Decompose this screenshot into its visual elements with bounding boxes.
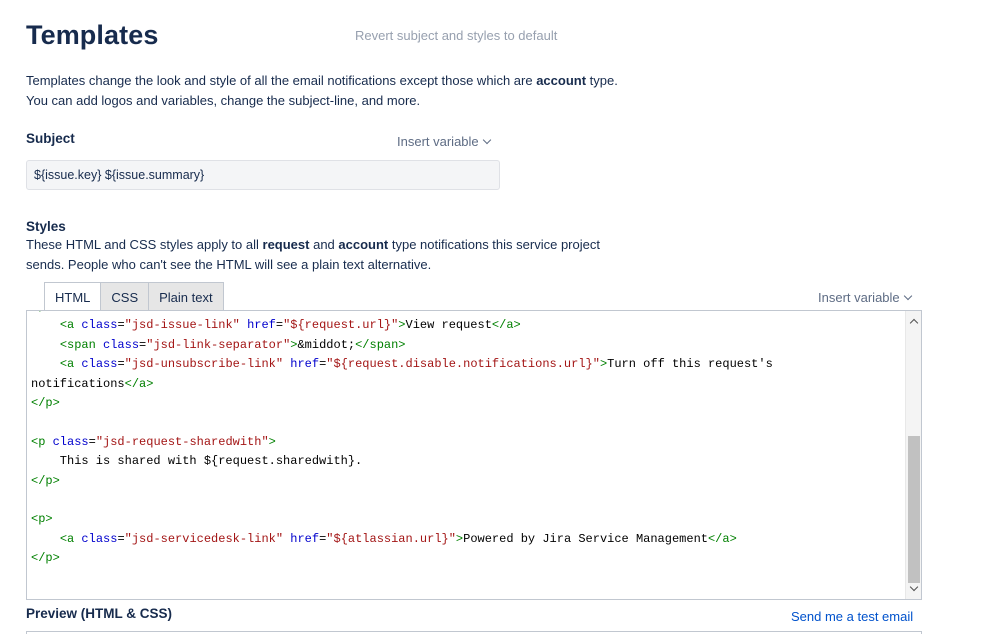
scroll-up-button[interactable] bbox=[906, 313, 921, 329]
html-code-editor[interactable]: <p> <a class="jsd-issue-link" href="${re… bbox=[26, 310, 922, 600]
code-token: class bbox=[81, 357, 118, 372]
code-token: = bbox=[117, 357, 125, 372]
code-line: notifications</a> bbox=[31, 375, 773, 394]
code-token: "${request.disable.notifications.url}" bbox=[326, 357, 600, 372]
code-token: </p> bbox=[31, 395, 60, 410]
styles-description: These HTML and CSS styles apply to all r… bbox=[26, 235, 626, 275]
styles-desc-bold-request: request bbox=[262, 237, 310, 252]
intro-line-1-text: Templates change the look and style of a… bbox=[26, 73, 537, 88]
code-token: "jsd-unsubscribe-link" bbox=[124, 357, 284, 372]
send-test-email-link[interactable]: Send me a test email bbox=[791, 609, 913, 624]
code-token: <span bbox=[59, 337, 104, 352]
code-token: class bbox=[81, 531, 118, 546]
code-token: > bbox=[268, 434, 276, 449]
code-token: "jsd-servicedesk-link" bbox=[124, 531, 284, 546]
tab-html[interactable]: HTML bbox=[44, 282, 102, 312]
preview-label: Preview (HTML & CSS) bbox=[26, 606, 173, 621]
code-token: </p> bbox=[31, 473, 60, 488]
styles-label: Styles bbox=[26, 219, 66, 234]
code-line: <p> bbox=[31, 510, 773, 529]
code-token: "jsd-issue-link" bbox=[124, 318, 240, 333]
subject-input[interactable]: ${issue.key} ${issue.summary} bbox=[26, 160, 500, 190]
scrollbar-thumb[interactable] bbox=[908, 436, 920, 583]
revert-defaults-link[interactable]: Revert subject and styles to default bbox=[355, 28, 557, 43]
styles-desc-text-2: and bbox=[309, 237, 339, 252]
code-token: </a> bbox=[707, 531, 737, 546]
code-token: > bbox=[398, 318, 406, 333]
code-token: href bbox=[290, 357, 320, 372]
code-token: class bbox=[52, 434, 89, 449]
styles-insert-variable-button[interactable]: Insert variable bbox=[818, 290, 912, 305]
code-token: "${request.url}" bbox=[283, 318, 399, 333]
code-token: class bbox=[103, 337, 140, 352]
code-token: href bbox=[247, 318, 276, 333]
code-line: <a class="jsd-unsubscribe-link" href="${… bbox=[31, 355, 773, 374]
code-line: This is shared with ${request.sharedwith… bbox=[31, 452, 773, 471]
styles-insert-variable-label: Insert variable bbox=[818, 290, 900, 305]
tab-plain-text[interactable]: Plain text bbox=[149, 282, 224, 311]
code-token: "${atlassian.url}" bbox=[326, 531, 456, 546]
editor-scrollbar[interactable] bbox=[905, 311, 921, 599]
intro-line-1-end: type. bbox=[586, 73, 618, 88]
code-token: </p> bbox=[31, 551, 60, 566]
code-line: <span class="jsd-link-separator">&middot… bbox=[31, 336, 773, 355]
code-token: = bbox=[88, 434, 96, 449]
styles-desc-text-1: These HTML and CSS styles apply to all bbox=[26, 237, 263, 252]
code-token: This is shared with ${request.sharedwith… bbox=[31, 454, 363, 469]
scroll-down-button[interactable] bbox=[906, 581, 921, 597]
code-line: </p> bbox=[31, 472, 773, 491]
code-token: <p> bbox=[31, 311, 53, 313]
code-line: <a class="jsd-servicedesk-link" href="${… bbox=[31, 530, 773, 549]
code-token: <a bbox=[59, 357, 82, 372]
chevron-up-icon bbox=[909, 318, 919, 327]
intro-line-1: Templates change the look and style of a… bbox=[26, 71, 618, 91]
code-line: </p> bbox=[31, 549, 773, 568]
intro-line-2: You can add logos and variables, change … bbox=[26, 93, 421, 108]
code-token: Turn off this request's bbox=[607, 357, 773, 372]
code-token: <p bbox=[31, 434, 53, 449]
code-line: <a class="jsd-issue-link" href="${reques… bbox=[31, 316, 773, 335]
styles-desc-bold-account: account bbox=[338, 237, 389, 252]
code-token: </span> bbox=[355, 337, 406, 352]
subject-insert-variable-label: Insert variable bbox=[397, 134, 479, 149]
code-token: <p> bbox=[31, 512, 53, 527]
styles-tabs: HTML CSS Plain text bbox=[44, 282, 224, 312]
subject-label: Subject bbox=[26, 131, 75, 146]
chevron-down-icon bbox=[482, 135, 491, 144]
intro-text: Templates change the look and style of a… bbox=[26, 71, 618, 111]
code-token: </a> bbox=[491, 318, 521, 333]
chevron-down-icon bbox=[909, 582, 919, 592]
chevron-down-icon bbox=[903, 291, 912, 300]
code-token: = bbox=[117, 318, 125, 333]
code-token: = bbox=[117, 531, 125, 546]
code-token: View request bbox=[405, 318, 492, 333]
subject-insert-variable-button[interactable]: Insert variable bbox=[397, 134, 491, 149]
code-token: = bbox=[275, 318, 284, 333]
code-content[interactable]: <p> <a class="jsd-issue-link" href="${re… bbox=[31, 311, 773, 568]
code-token: class bbox=[81, 318, 118, 333]
tab-css[interactable]: CSS bbox=[101, 282, 150, 311]
intro-line-1-bold: account bbox=[536, 73, 587, 88]
code-line: </p> bbox=[31, 394, 773, 413]
code-token: <a bbox=[59, 318, 82, 333]
code-token: "jsd-link-separator" bbox=[146, 337, 291, 352]
code-line: <p class="jsd-request-sharedwith"> bbox=[31, 433, 773, 452]
code-token: </a> bbox=[124, 376, 154, 391]
page-title: Templates bbox=[26, 20, 159, 50]
code-token: <a bbox=[59, 531, 82, 546]
code-token: href bbox=[290, 531, 320, 546]
code-token: &middot; bbox=[297, 337, 356, 352]
code-token: "jsd-request-sharedwith" bbox=[95, 434, 269, 449]
code-token: Powered by Jira Service Management bbox=[463, 531, 708, 546]
code-token: notifications bbox=[31, 376, 125, 391]
